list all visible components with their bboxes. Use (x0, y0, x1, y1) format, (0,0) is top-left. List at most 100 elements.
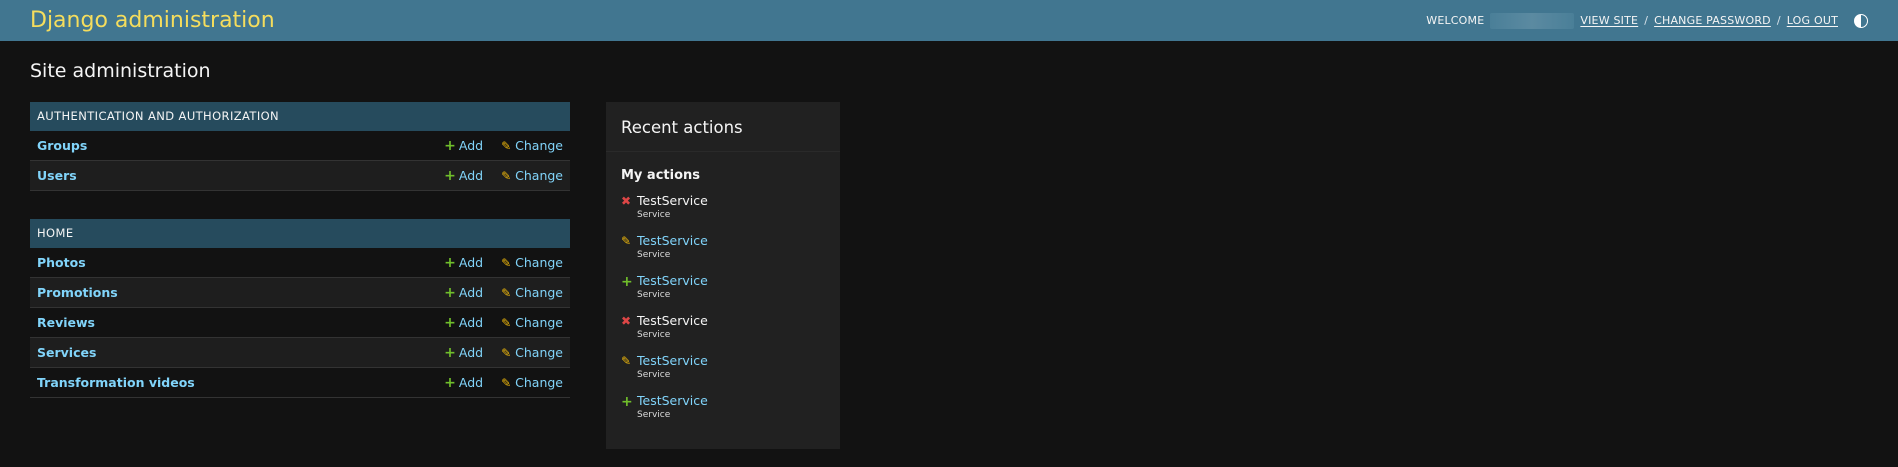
add-button[interactable]: + Add (444, 345, 483, 361)
pencil-icon: ✎ (501, 285, 512, 300)
app-list: AUTHENTICATION AND AUTHORIZATION Groups … (30, 102, 570, 426)
change-label: Change (515, 285, 563, 300)
add-button[interactable]: + Add (444, 255, 483, 271)
pencil-icon: ✎ (501, 345, 512, 360)
pencil-icon: ✎ (501, 138, 512, 153)
recent-actions-panel: Recent actions My actions ✖ TestService S… (606, 102, 840, 449)
separator: / (1644, 14, 1649, 27)
plus-icon: + (444, 254, 456, 271)
change-label: Change (515, 255, 563, 270)
change-button[interactable]: ✎ Change (501, 315, 563, 330)
model-row-transformation-videos: Transformation videos + Add ✎ Change (30, 368, 570, 398)
model-link-users[interactable]: Users (37, 168, 426, 183)
pencil-icon: ✎ (501, 255, 512, 270)
action-object-link[interactable]: TestService (637, 353, 708, 368)
action-item: ✖ TestService Service (621, 313, 825, 353)
model-row-photos: Photos + Add ✎ Change (30, 248, 570, 278)
model-row-groups: Groups + Add ✎ Change (30, 131, 570, 161)
welcome-text: WELCOME (1426, 14, 1485, 27)
action-object: TestService (637, 193, 708, 208)
add-label: Add (458, 138, 484, 153)
add-button[interactable]: + Add (444, 285, 483, 301)
action-list: ✖ TestService Service ✎ TestService Servic… (606, 193, 840, 433)
model-row-users: Users + Add ✎ Change (30, 161, 570, 191)
change-label: Change (515, 138, 563, 153)
module-auth: AUTHENTICATION AND AUTHORIZATION Groups … (30, 102, 570, 191)
pencil-icon: ✎ (501, 375, 512, 390)
action-item: ✖ TestService Service (621, 193, 825, 233)
plus-icon: + (444, 137, 456, 154)
action-item: + TestService Service (621, 273, 825, 313)
change-button[interactable]: ✎ Change (501, 345, 563, 360)
model-link-promotions[interactable]: Promotions (37, 285, 426, 300)
add-button[interactable]: + Add (444, 375, 483, 391)
module-caption[interactable]: AUTHENTICATION AND AUTHORIZATION (30, 102, 570, 131)
model-row-reviews: Reviews + Add ✎ Change (30, 308, 570, 338)
action-content-type: Service (637, 250, 671, 260)
username-redacted (1490, 12, 1575, 29)
plus-icon: + (444, 374, 456, 391)
action-content-type: Service (637, 290, 671, 300)
action-content-type: Service (637, 210, 671, 220)
log-out-link[interactable]: LOG OUT (1787, 14, 1838, 27)
add-label: Add (458, 168, 484, 183)
add-button[interactable]: + Add (444, 138, 483, 154)
add-label: Add (458, 255, 484, 270)
model-row-services: Services + Add ✎ Change (30, 338, 570, 368)
plus-icon: + (621, 274, 633, 290)
user-tools: WELCOME VIEW SITE / CHANGE PASSWORD / LO… (1426, 12, 1868, 29)
action-item: + TestService Service (621, 393, 825, 433)
change-button[interactable]: ✎ Change (501, 138, 563, 153)
plus-icon: + (444, 314, 456, 331)
module-caption[interactable]: HOME (30, 219, 570, 248)
separator: / (1776, 14, 1781, 27)
pencil-icon: ✎ (621, 354, 632, 368)
plus-icon: + (444, 167, 456, 184)
header: Django administration WELCOME VIEW SITE … (0, 0, 1898, 41)
delete-icon: ✖ (621, 314, 632, 328)
action-item: ✎ TestService Service (621, 233, 825, 273)
recent-actions-title: Recent actions (606, 102, 840, 152)
add-label: Add (458, 375, 484, 390)
add-button[interactable]: + Add (444, 315, 483, 331)
change-label: Change (515, 375, 563, 390)
action-object-link[interactable]: TestService (637, 393, 708, 408)
add-label: Add (458, 345, 484, 360)
page-title: Site administration (30, 60, 211, 82)
action-object-link[interactable]: TestService (637, 273, 708, 288)
change-button[interactable]: ✎ Change (501, 375, 563, 390)
model-link-photos[interactable]: Photos (37, 255, 426, 270)
model-row-promotions: Promotions + Add ✎ Change (30, 278, 570, 308)
plus-icon: + (444, 344, 456, 361)
change-button[interactable]: ✎ Change (501, 168, 563, 183)
action-content-type: Service (637, 370, 671, 380)
my-actions-subtitle: My actions (621, 168, 701, 183)
action-object-link[interactable]: TestService (637, 233, 708, 248)
change-button[interactable]: ✎ Change (501, 255, 563, 270)
change-button[interactable]: ✎ Change (501, 285, 563, 300)
change-password-link[interactable]: CHANGE PASSWORD (1654, 14, 1771, 27)
model-link-services[interactable]: Services (37, 345, 426, 360)
site-branding[interactable]: Django administration (30, 8, 275, 33)
change-label: Change (515, 168, 563, 183)
add-button[interactable]: + Add (444, 168, 483, 184)
theme-toggle-icon[interactable] (1854, 13, 1868, 28)
plus-icon: + (444, 284, 456, 301)
add-label: Add (458, 315, 484, 330)
model-link-reviews[interactable]: Reviews (37, 315, 426, 330)
action-content-type: Service (637, 330, 671, 340)
model-link-transformation-videos[interactable]: Transformation videos (37, 375, 426, 390)
change-label: Change (515, 345, 563, 360)
model-link-groups[interactable]: Groups (37, 138, 426, 153)
content: Site administration AUTHENTICATION AND A… (0, 60, 1898, 449)
action-item: ✎ TestService Service (621, 353, 825, 393)
delete-icon: ✖ (621, 194, 632, 208)
pencil-icon: ✎ (621, 234, 632, 248)
action-object: TestService (637, 313, 708, 328)
module-home: HOME Photos + Add ✎ Change Promotions + Add… (30, 219, 570, 398)
action-content-type: Service (637, 410, 671, 420)
change-label: Change (515, 315, 563, 330)
view-site-link[interactable]: VIEW SITE (1580, 14, 1638, 27)
pencil-icon: ✎ (501, 315, 512, 330)
plus-icon: + (621, 394, 633, 410)
